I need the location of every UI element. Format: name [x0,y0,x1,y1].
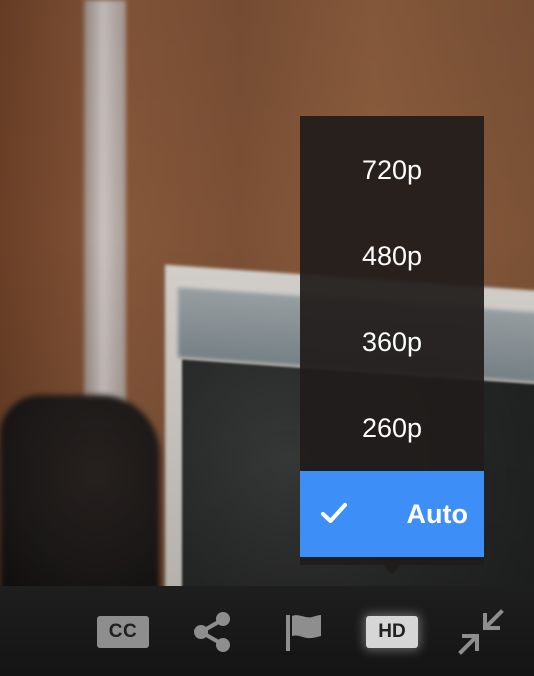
closed-captions-button[interactable]: CC [97,616,149,648]
hd-button[interactable]: HD [366,616,418,648]
quality-option-360p[interactable]: 360p [300,299,484,385]
share-button[interactable] [190,610,234,654]
flag-icon [286,615,321,651]
quality-option-720p[interactable]: 720p [300,127,484,213]
video-player[interactable]: 720p 480p 360p 260p Auto CC HD [0,0,534,676]
control-bar: CC HD [0,586,534,676]
exit-fullscreen-button[interactable] [455,606,507,658]
quality-option-label: 260p [361,412,423,443]
exit-fullscreen-icon [458,609,504,655]
quality-option-label: 720p [361,154,423,185]
hd-label: HD [378,621,406,642]
cc-label: CC [108,621,138,642]
quality-option-label: Auto [406,498,468,529]
quality-menu-pointer [383,565,401,574]
share-icon [194,612,230,652]
quality-option-260p[interactable]: 260p [300,385,484,471]
quality-option-label: 480p [361,240,423,271]
quality-menu: 720p 480p 360p 260p Auto [300,116,484,565]
quality-option-480p[interactable]: 480p [300,213,484,299]
quality-option-label: 360p [361,326,423,357]
checkmark-icon [321,503,347,523]
flag-button[interactable] [283,610,325,654]
quality-option-auto[interactable]: Auto [300,471,484,557]
